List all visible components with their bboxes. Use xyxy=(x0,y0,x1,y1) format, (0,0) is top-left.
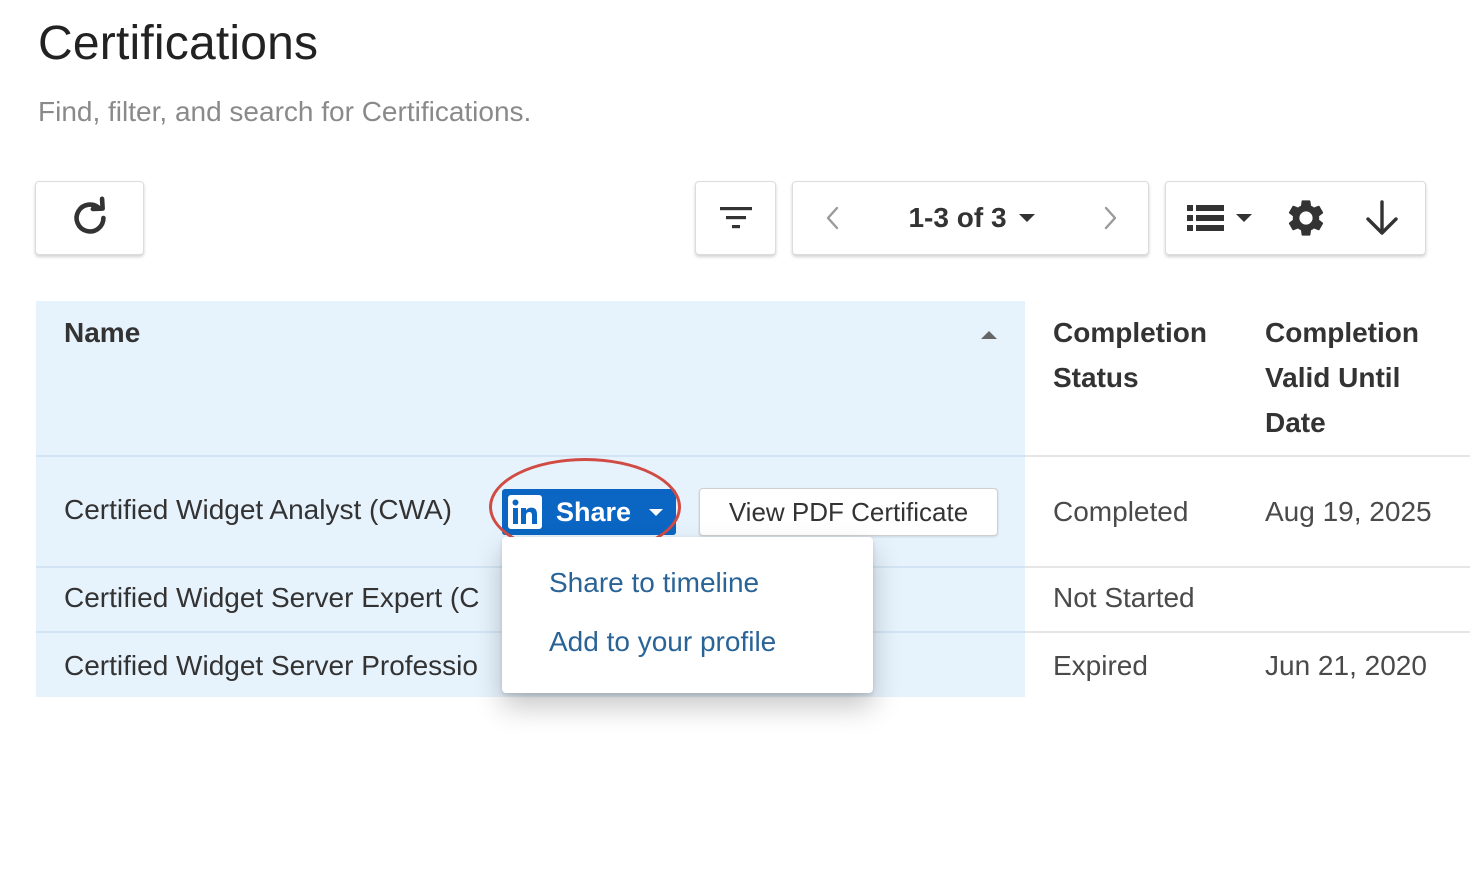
header-label-line: Date xyxy=(1265,407,1326,438)
completion-status: Completed xyxy=(1053,496,1189,527)
valid-until-date: Aug 19, 2025 xyxy=(1265,496,1432,527)
completion-status: Expired xyxy=(1053,650,1148,681)
header-label-line: Valid Until xyxy=(1265,362,1401,393)
completion-status: Not Started xyxy=(1053,582,1195,613)
caret-down-icon xyxy=(1018,214,1035,222)
row-divider xyxy=(36,455,1025,457)
column-header-name-label: Name xyxy=(64,317,141,348)
cert-name-link[interactable]: Certified Widget Analyst (CWA) xyxy=(64,494,452,526)
next-page-button[interactable] xyxy=(1090,190,1130,246)
view-options-group xyxy=(1165,181,1426,255)
column-header-completion-status[interactable]: Completion Status xyxy=(1053,310,1207,400)
settings-button[interactable] xyxy=(1278,190,1334,246)
page-range-label: 1-3 of 3 xyxy=(908,202,1007,233)
share-dropdown-menu: Share to timeline Add to your profile xyxy=(502,537,873,693)
menu-item-add-to-profile[interactable]: Add to your profile xyxy=(549,626,776,658)
refresh-icon xyxy=(73,196,106,234)
filter-icon xyxy=(719,207,752,229)
page-range-dropdown[interactable]: 1-3 of 3 xyxy=(908,202,1035,234)
column-header-valid-until[interactable]: Completion Valid Until Date xyxy=(1265,310,1419,445)
chevron-right-icon xyxy=(1104,206,1117,230)
valid-until-date: Jun 21, 2020 xyxy=(1265,650,1427,681)
sort-ascending-icon xyxy=(981,331,997,339)
previous-page-button[interactable] xyxy=(813,190,853,246)
list-view-icon xyxy=(1187,205,1224,231)
gear-icon xyxy=(1288,200,1324,236)
row-divider xyxy=(1025,566,1470,568)
view-pdf-label: View PDF Certificate xyxy=(728,496,969,527)
view-pdf-certificate-button[interactable]: View PDF Certificate xyxy=(699,488,998,536)
column-header-name[interactable]: Name xyxy=(64,310,140,355)
row-divider xyxy=(1025,455,1470,457)
caret-down-icon xyxy=(1236,214,1252,222)
chevron-left-icon xyxy=(826,206,839,230)
cert-name-link[interactable]: Certified Widget Server Expert (C xyxy=(64,582,502,614)
pagination-control: 1-3 of 3 xyxy=(792,181,1149,255)
list-view-dropdown[interactable] xyxy=(1186,190,1262,246)
page-title: Certifications xyxy=(38,17,319,70)
header-label-line: Completion xyxy=(1053,317,1207,348)
menu-item-share-to-timeline[interactable]: Share to timeline xyxy=(549,567,759,599)
cert-name-link[interactable]: Certified Widget Server Professio xyxy=(64,650,502,682)
header-label-line: Completion xyxy=(1265,317,1419,348)
filter-button[interactable] xyxy=(695,181,776,255)
arrow-down-icon xyxy=(1366,200,1398,235)
sort-direction-button[interactable] xyxy=(1354,190,1410,246)
page-subtitle: Find, filter, and search for Certificati… xyxy=(38,96,532,127)
row-divider xyxy=(1025,631,1470,633)
header-label-line: Status xyxy=(1053,362,1139,393)
refresh-button[interactable] xyxy=(35,181,144,255)
